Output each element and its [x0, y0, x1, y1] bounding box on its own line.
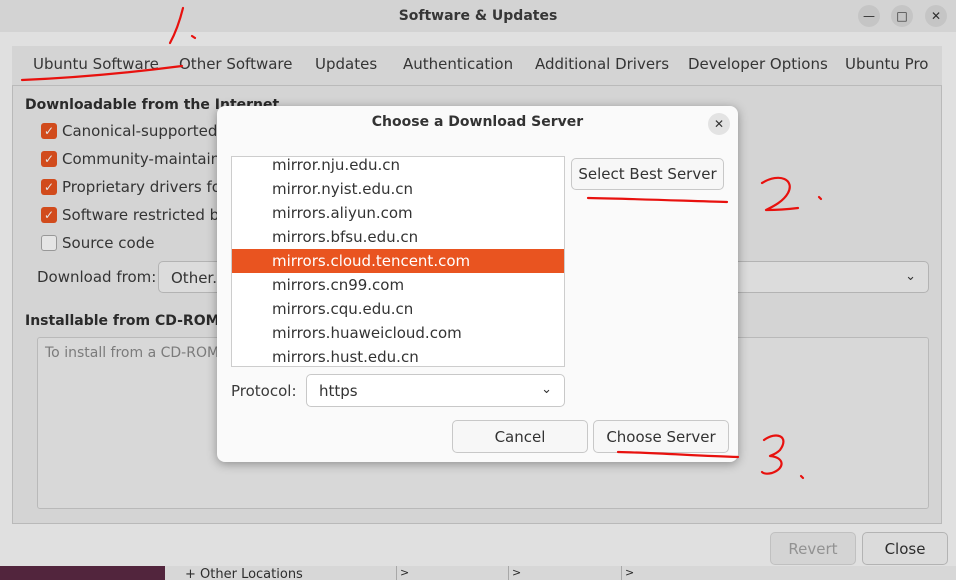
choose-server-dialog: Choose a Download Server ✕ mirror.nju.ed… — [217, 106, 738, 462]
mirror-list[interactable]: mirror.nju.edu.cn mirror.nyist.edu.cn mi… — [231, 156, 565, 367]
mirror-list-item[interactable]: mirrors.bfsu.edu.cn — [232, 225, 564, 249]
choose-server-button[interactable]: Choose Server — [593, 420, 729, 453]
mirror-list-item[interactable]: mirrors.huaweicloud.com — [232, 321, 564, 345]
protocol-label: Protocol: — [231, 382, 297, 400]
select-best-server-button[interactable]: Select Best Server — [571, 158, 724, 190]
mirror-list-item-selected[interactable]: mirrors.cloud.tencent.com — [232, 249, 564, 273]
mirror-list-item[interactable]: mirror.nju.edu.cn — [232, 157, 564, 177]
cancel-button[interactable]: Cancel — [452, 420, 588, 453]
protocol-value: https — [319, 382, 358, 400]
mirror-list-item[interactable]: mirrors.cn99.com — [232, 273, 564, 297]
mirror-list-item[interactable]: mirrors.cqu.edu.cn — [232, 297, 564, 321]
dialog-title: Choose a Download Server — [371, 114, 584, 130]
mirror-list-item[interactable]: mirrors.hust.edu.cn — [232, 345, 564, 366]
protocol-select[interactable]: https ⌄ — [306, 374, 565, 407]
chevron-down-icon: ⌄ — [541, 382, 552, 397]
mirror-list-item[interactable]: mirrors.aliyun.com — [232, 201, 564, 225]
dialog-close-icon[interactable]: ✕ — [708, 113, 730, 135]
mirror-list-item[interactable]: mirror.nyist.edu.cn — [232, 177, 564, 201]
